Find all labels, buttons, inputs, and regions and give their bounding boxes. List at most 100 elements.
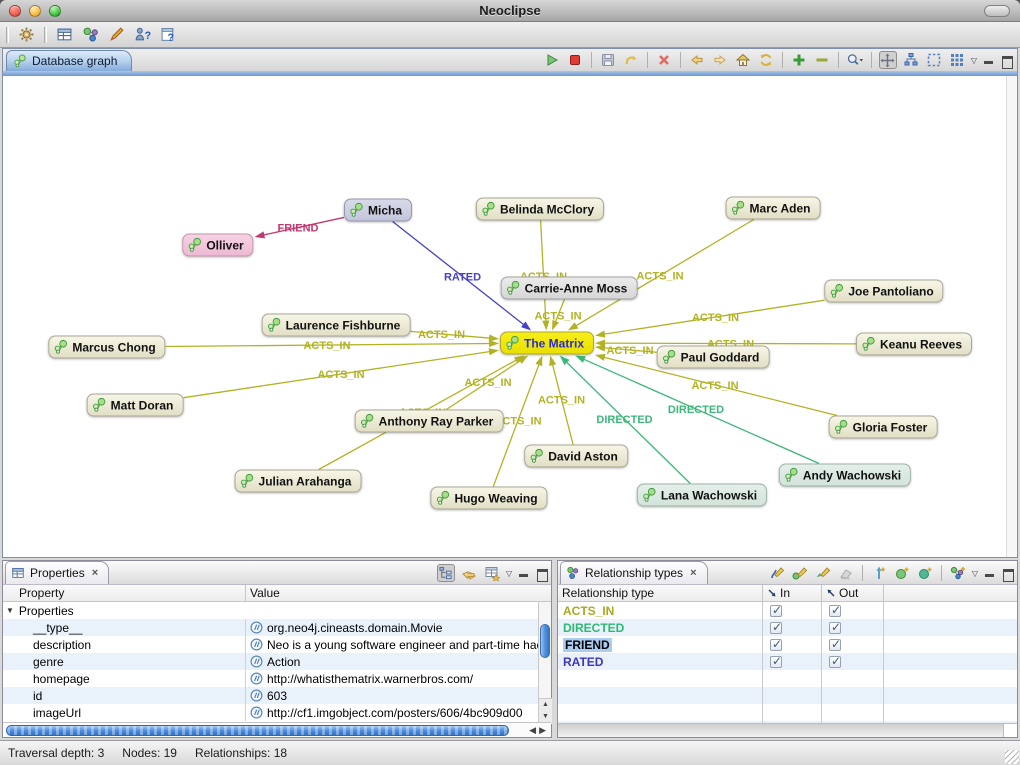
properties-horizontal-scrollbar[interactable]: ◀▶: [3, 722, 551, 737]
relationship-row-ACTS_IN[interactable]: ACTS_IN: [558, 602, 1017, 619]
toolbar-drag-handle[interactable]: [6, 27, 9, 43]
graph-node-paul[interactable]: Paul Goddard: [657, 346, 770, 369]
save-layout-icon[interactable]: [599, 51, 617, 69]
graph-node-andy[interactable]: Andy Wachowski: [779, 464, 911, 487]
minimize-view-icon[interactable]: [983, 568, 996, 579]
tab-relationship-types[interactable]: Relationship types ×: [560, 561, 708, 584]
decorate-brush-icon[interactable]: [108, 26, 125, 43]
minimize-view-icon[interactable]: [982, 55, 995, 66]
selection-layout-icon[interactable]: [925, 51, 943, 69]
refresh-icon[interactable]: [757, 51, 775, 69]
tree-layout-icon[interactable]: [902, 51, 920, 69]
graph-nodes-icon[interactable]: [82, 26, 99, 43]
graph-node-david[interactable]: David Aston: [524, 445, 628, 468]
scrollbar-thumb[interactable]: [540, 624, 550, 658]
properties-vertical-scrollbar[interactable]: ▲▼: [538, 602, 551, 724]
graph-node-anthony[interactable]: Anthony Ray Parker: [355, 410, 504, 433]
go-home-icon[interactable]: [734, 51, 752, 69]
table-mode-icon[interactable]: [483, 564, 501, 582]
canvas-vertical-scrollbar[interactable]: [1006, 76, 1017, 557]
scrollbar-arrows[interactable]: ▲▼: [539, 698, 552, 724]
close-properties-icon[interactable]: ×: [92, 567, 98, 579]
out-checkbox[interactable]: [829, 639, 841, 651]
relationship-horizontal-scrollbar[interactable]: [558, 723, 1017, 737]
property-row-__type__[interactable]: __type__org.neo4j.cineasts.domain.Movie: [3, 619, 539, 636]
expand-triangle-icon[interactable]: ▼: [6, 606, 14, 615]
graph-node-hugo[interactable]: Hugo Weaving: [430, 487, 547, 510]
out-checkbox[interactable]: [829, 656, 841, 668]
in-checkbox[interactable]: [770, 656, 782, 668]
maximize-view-icon[interactable]: [1000, 55, 1013, 66]
in-checkbox[interactable]: [770, 622, 782, 634]
column-value[interactable]: Value: [246, 585, 551, 601]
window-resize-grip[interactable]: [1005, 750, 1019, 764]
add-outgoing-relationship-icon[interactable]: [916, 564, 934, 582]
tab-database-graph[interactable]: Database graph: [6, 50, 132, 71]
property-row-id[interactable]: id603: [3, 687, 539, 704]
properties-group-row[interactable]: ▼Properties: [3, 602, 539, 619]
maximize-view-icon[interactable]: [1001, 568, 1014, 579]
graph-node-carrie[interactable]: Carrie-Anne Moss: [501, 277, 638, 300]
preferences-gear-icon[interactable]: [18, 26, 35, 43]
in-checkbox[interactable]: [770, 605, 782, 617]
go-back-icon[interactable]: [688, 51, 706, 69]
scrollbar-thumb[interactable]: [6, 725, 509, 736]
add-node-icon[interactable]: [893, 564, 911, 582]
help-view-icon[interactable]: ?: [160, 26, 177, 43]
revert-layout-icon[interactable]: [622, 51, 640, 69]
pan-mode-icon[interactable]: [879, 51, 897, 69]
clear-highlight-icon[interactable]: [837, 564, 855, 582]
graph-node-lana[interactable]: Lana Wachowski: [637, 484, 767, 507]
in-checkbox[interactable]: [770, 639, 782, 651]
stop-traversal-icon[interactable]: [566, 51, 584, 69]
graph-node-belinda[interactable]: Belinda McClory: [476, 198, 604, 221]
add-incoming-relationship-icon[interactable]: [870, 564, 888, 582]
graph-node-keanu[interactable]: Keanu Reeves: [856, 333, 972, 356]
toolbar-drag-handle[interactable]: [44, 27, 47, 43]
column-out[interactable]: Out: [822, 585, 884, 601]
properties-table-icon[interactable]: [56, 26, 73, 43]
graph-node-julian[interactable]: Julian Arahanga: [235, 470, 362, 493]
go-forward-icon[interactable]: [711, 51, 729, 69]
view-menu-icon[interactable]: ▽: [506, 569, 512, 578]
graph-node-matrix[interactable]: The Matrix: [500, 332, 594, 355]
graph-node-marcus[interactable]: Marcus Chong: [48, 336, 165, 359]
decrease-traversal-depth-icon[interactable]: [813, 51, 831, 69]
toolbar-toggle-button[interactable]: [984, 5, 1010, 17]
highlight-relationships-icon[interactable]: [768, 564, 786, 582]
help-person-icon[interactable]: ?: [134, 26, 151, 43]
maximize-view-icon[interactable]: [535, 568, 548, 579]
graph-node-laurence[interactable]: Laurence Fishburne: [262, 314, 411, 337]
property-row-genre[interactable]: genreAction: [3, 653, 539, 670]
graph-node-joe[interactable]: Joe Pantoliano: [824, 280, 943, 303]
grid-layout-icon[interactable]: [948, 51, 966, 69]
property-row-imageUrl[interactable]: imageUrlhttp://cf1.imgobject.com/posters…: [3, 704, 539, 721]
scrollbar-arrows[interactable]: ◀▶: [529, 725, 549, 736]
graph-node-micha[interactable]: Micha: [344, 199, 412, 222]
close-relationship-types-icon[interactable]: ×: [690, 567, 696, 579]
graph-canvas[interactable]: ACTS_INACTS_INACTS_INACTS_INACTS_INACTS_…: [3, 76, 1017, 557]
add-relationship-type-icon[interactable]: [949, 564, 967, 582]
column-relationship-type[interactable]: Relationship type: [558, 585, 763, 601]
zoom-icon[interactable]: [846, 51, 864, 69]
graph-node-marc[interactable]: Marc Aden: [726, 197, 821, 220]
property-row-homepage[interactable]: homepagehttp://whatisthematrix.warnerbro…: [3, 670, 539, 687]
column-property[interactable]: Property: [3, 585, 246, 601]
view-menu-icon[interactable]: ▽: [972, 569, 978, 578]
out-checkbox[interactable]: [829, 605, 841, 617]
highlight-start-nodes-icon[interactable]: [791, 564, 809, 582]
relationship-row-FRIEND[interactable]: FRIEND: [558, 636, 1017, 653]
start-traversal-icon[interactable]: [543, 51, 561, 69]
tree-mode-icon[interactable]: [437, 564, 455, 582]
column-in[interactable]: In: [763, 585, 822, 601]
graph-node-matt[interactable]: Matt Doran: [87, 394, 184, 417]
graph-node-gloria[interactable]: Gloria Foster: [829, 416, 938, 439]
highlight-end-nodes-icon[interactable]: [814, 564, 832, 582]
out-checkbox[interactable]: [829, 622, 841, 634]
property-row-description[interactable]: descriptionNeo is a young software engin…: [3, 636, 539, 653]
follow-selection-icon[interactable]: [460, 564, 478, 582]
graph-node-olliver[interactable]: Olliver: [182, 234, 253, 257]
view-menu-icon[interactable]: ▽: [971, 56, 977, 65]
increase-traversal-depth-icon[interactable]: [790, 51, 808, 69]
relationship-row-RATED[interactable]: RATED: [558, 653, 1017, 670]
